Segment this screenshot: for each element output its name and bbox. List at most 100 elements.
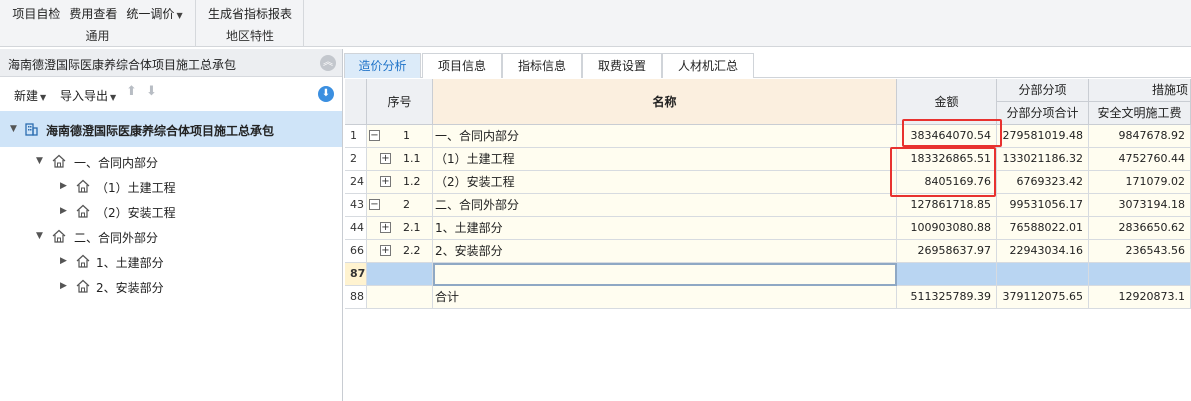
caret-right-icon[interactable]: ▶ (60, 181, 67, 191)
seq-cell: + 2.2 (367, 240, 433, 263)
house-icon (76, 254, 90, 268)
total-amount-cell: 511325789.39 (897, 286, 997, 309)
safety-fee-cell[interactable]: 236543.56 (1089, 240, 1191, 263)
tab-index-info[interactable]: 指标信息 (502, 53, 582, 78)
name-cell[interactable]: （2）安装工程 (433, 171, 897, 194)
expand-toggle-icon[interactable]: + (380, 176, 391, 187)
amount-cell[interactable]: 8405169.76 (897, 171, 997, 194)
tree-node-label: （1）土建工程 (96, 181, 176, 195)
tree-node-civil-part[interactable]: ▶ 1、土建部分 (0, 249, 342, 274)
tree-node-label: 2、安装部分 (96, 281, 164, 295)
caret-down-icon[interactable]: ▼ (36, 231, 43, 241)
row-number: 43 (345, 194, 367, 217)
caret-right-icon[interactable]: ▶ (60, 206, 67, 216)
ribbon-group-label-common: 通用 (85, 29, 110, 43)
amount-header: 金额 (897, 79, 997, 125)
panel-title: 海南德澄国际医康养综合体项目施工总承包 (8, 58, 237, 72)
tree-node-contract-outer[interactable]: ▼ 二、合同外部分 (0, 224, 342, 249)
tab-labor-material-summary[interactable]: 人材机汇总 (662, 53, 754, 78)
caret-right-icon[interactable]: ▶ (60, 256, 67, 266)
row-number: 66 (345, 240, 367, 263)
amount-cell[interactable]: 26958637.97 (897, 240, 997, 263)
new-button[interactable]: 新建 ▼ (14, 87, 46, 104)
unified-adjust-button[interactable]: 统一调价 ▼ (126, 5, 182, 22)
tab-project-info[interactable]: 项目信息 (422, 53, 502, 78)
name-cell[interactable]: 2、安装部分 (433, 240, 897, 263)
sub-total-cell[interactable]: 22943034.16 (997, 240, 1089, 263)
seq-cell: − 2 (367, 194, 433, 217)
generate-province-report-button[interactable]: 生成省指标报表 (208, 5, 292, 22)
sub-total-cell[interactable]: 279581019.48 (997, 125, 1089, 148)
amount-cell[interactable]: 183326865.51 (897, 148, 997, 171)
name-cell[interactable]: 一、合同内部分 (433, 125, 897, 148)
seq-value: 1.2 (403, 175, 421, 188)
name-cell[interactable]: （1）土建工程 (433, 148, 897, 171)
name-cell[interactable]: 二、合同外部分 (433, 194, 897, 217)
amount-cell[interactable]: 383464070.54 (897, 125, 997, 148)
download-icon[interactable]: ⬇ (318, 86, 334, 102)
move-up-icon[interactable]: ⬆ (126, 84, 137, 99)
name-cell[interactable]: 1、土建部分 (433, 217, 897, 240)
project-check-button[interactable]: 项目自检 (12, 5, 60, 22)
sub-total-cell[interactable]: 133021186.32 (997, 148, 1089, 171)
chevron-down-icon: ▼ (40, 93, 47, 102)
new-label: 新建 (14, 89, 39, 103)
expand-toggle-icon[interactable]: + (380, 245, 391, 256)
move-down-icon[interactable]: ⬇ (146, 84, 157, 99)
safety-fee-cell[interactable] (1089, 263, 1191, 286)
expand-toggle-icon[interactable]: + (380, 153, 391, 164)
name-header: 名称 (433, 79, 897, 125)
ribbon-group-common: 项目自检 费用查看 统一调价 ▼ 通用 (0, 0, 196, 47)
sub-total-cell[interactable] (997, 263, 1089, 286)
amount-cell[interactable] (897, 263, 997, 286)
tab-fee-settings[interactable]: 取费设置 (582, 53, 662, 78)
import-export-button[interactable]: 导入导出 ▼ (60, 87, 116, 104)
seq-cell: + 2.1 (367, 217, 433, 240)
sub-total-cell[interactable]: 99531056.17 (997, 194, 1089, 217)
sub-total-cell[interactable]: 76588022.01 (997, 217, 1089, 240)
tab-bar: 造价分析 项目信息 指标信息 取费设置 人材机汇总 (344, 53, 1191, 78)
row-number: 87 (345, 263, 367, 286)
row-number: 2 (345, 148, 367, 171)
sub-total-cell[interactable]: 6769323.42 (997, 171, 1089, 194)
tree-node-label: 1、土建部分 (96, 256, 164, 270)
cost-analysis-grid: 序号 名称 金额 分部分项 分部分项合计 措施项 安全文明施工费 1 − 1 一… (345, 79, 1191, 401)
tree-node-civil[interactable]: ▶ （1）土建工程 (0, 174, 342, 199)
seq-cell[interactable] (367, 263, 433, 286)
collapse-toggle-icon[interactable]: − (369, 130, 380, 141)
caret-down-icon[interactable]: ▼ (10, 124, 17, 134)
safety-fee-cell[interactable]: 9847678.92 (1089, 125, 1191, 148)
name-cell-editing[interactable] (433, 263, 897, 286)
seq-header: 序号 (367, 79, 433, 125)
safety-fee-cell[interactable]: 2836650.62 (1089, 217, 1191, 240)
safety-fee-cell[interactable]: 3073194.18 (1089, 194, 1191, 217)
cost-view-button[interactable]: 费用查看 (69, 5, 117, 22)
sub-item-group-header: 分部分项 (997, 79, 1089, 102)
caret-down-icon[interactable]: ▼ (36, 156, 43, 166)
caret-right-icon[interactable]: ▶ (60, 281, 67, 291)
import-export-label: 导入导出 (60, 89, 109, 103)
house-icon (76, 204, 90, 218)
seq-cell: − 1 (367, 125, 433, 148)
row-number: 1 (345, 125, 367, 148)
unified-adjust-label: 统一调价 (126, 7, 175, 21)
house-icon (52, 154, 66, 168)
amount-cell[interactable]: 127861718.85 (897, 194, 997, 217)
expand-toggle-icon[interactable]: + (380, 222, 391, 233)
sub-item-total-header: 分部分项合计 (997, 102, 1089, 125)
seq-value: 1 (403, 129, 410, 142)
tree-node-install[interactable]: ▶ （2）安装工程 (0, 199, 342, 224)
ribbon-group-label-region: 地区特性 (225, 29, 274, 43)
amount-cell[interactable]: 100903080.88 (897, 217, 997, 240)
safety-fee-cell[interactable]: 171079.02 (1089, 171, 1191, 194)
collapse-icon[interactable]: ︽ (320, 55, 336, 71)
panel-toolbar: 新建 ▼ 导入导出 ▼ ⬆ ⬇ ⬇ (0, 78, 342, 108)
collapse-toggle-icon[interactable]: − (369, 199, 380, 210)
chevron-down-icon: ▼ (176, 11, 183, 20)
safety-fee-header: 安全文明施工费 (1089, 102, 1191, 125)
tree-node-root[interactable]: ▼ 海南德澄国际医康养综合体项目施工总承包 (0, 111, 342, 147)
safety-fee-cell[interactable]: 4752760.44 (1089, 148, 1191, 171)
tab-cost-analysis[interactable]: 造价分析 (344, 53, 421, 78)
tree-node-install-part[interactable]: ▶ 2、安装部分 (0, 274, 342, 299)
tree-node-contract-inner[interactable]: ▼ 一、合同内部分 (0, 149, 342, 174)
